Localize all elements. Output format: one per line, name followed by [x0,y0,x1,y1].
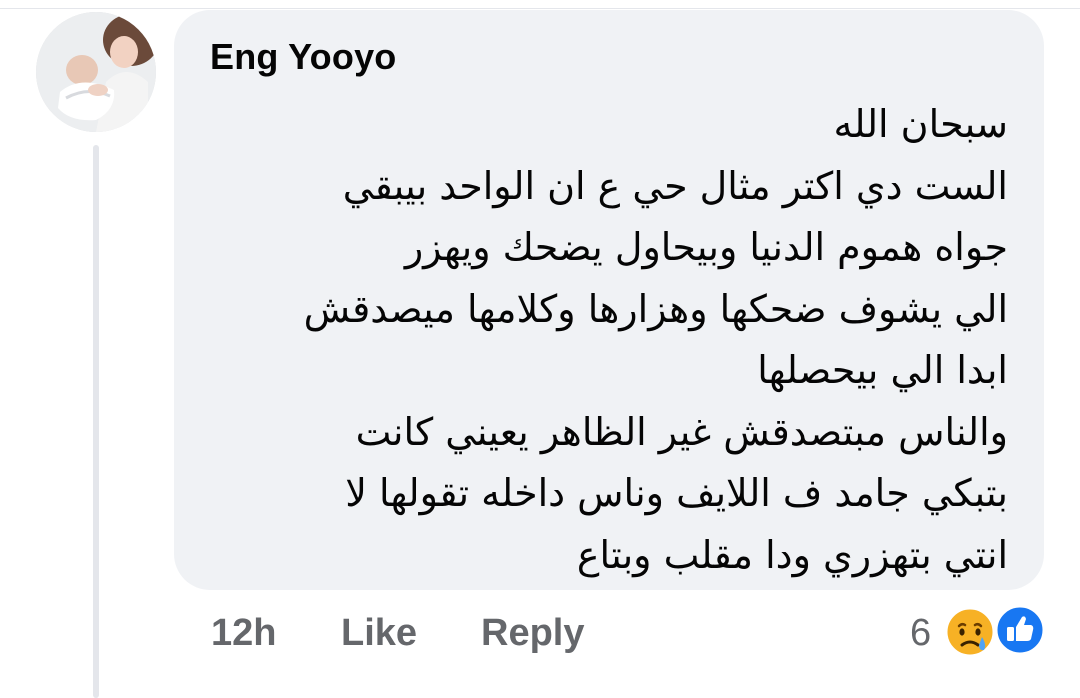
top-divider [0,8,1080,9]
reaction-count[interactable]: 6 [910,612,931,655]
like-button[interactable]: Like [341,612,417,655]
like-thumb-icon [994,604,1046,656]
avatar[interactable] [36,12,156,132]
reactions-summary[interactable] [944,604,1048,660]
thread-line [93,145,99,698]
comment-line: الست دي اكتر مثال حي ع ان الواحد بيبقي [342,163,1008,208]
avatar-photo [36,12,156,132]
reply-button[interactable]: Reply [481,612,584,655]
comment-line: بتبكي جامد ف اللايف وناس داخله تقولها لا [345,471,1008,515]
comment-line: ابدا الي بيحصلها [757,348,1008,392]
comment-line: الي يشوف ضحكها وهزارها وكلامها ميصدقش [303,286,1008,331]
comment-line: جواه هموم الدنيا وبيحاول يضحك ويهزر [404,225,1008,269]
comment-line: انتي بتهزري ودا مقلب وبتاع [576,532,1008,577]
comment-text: سبحان الله الست دي اكتر مثال حي ع ان الو… [200,94,1008,586]
comment-line: والناس مبتصدقش غير الظاهر يعيني كانت [355,409,1008,454]
crying-face-icon [944,606,996,658]
comment-line: سبحان الله [833,102,1009,146]
comment-author[interactable]: Eng Yooyo [210,36,396,78]
timestamp-link[interactable]: 12h [211,612,276,655]
